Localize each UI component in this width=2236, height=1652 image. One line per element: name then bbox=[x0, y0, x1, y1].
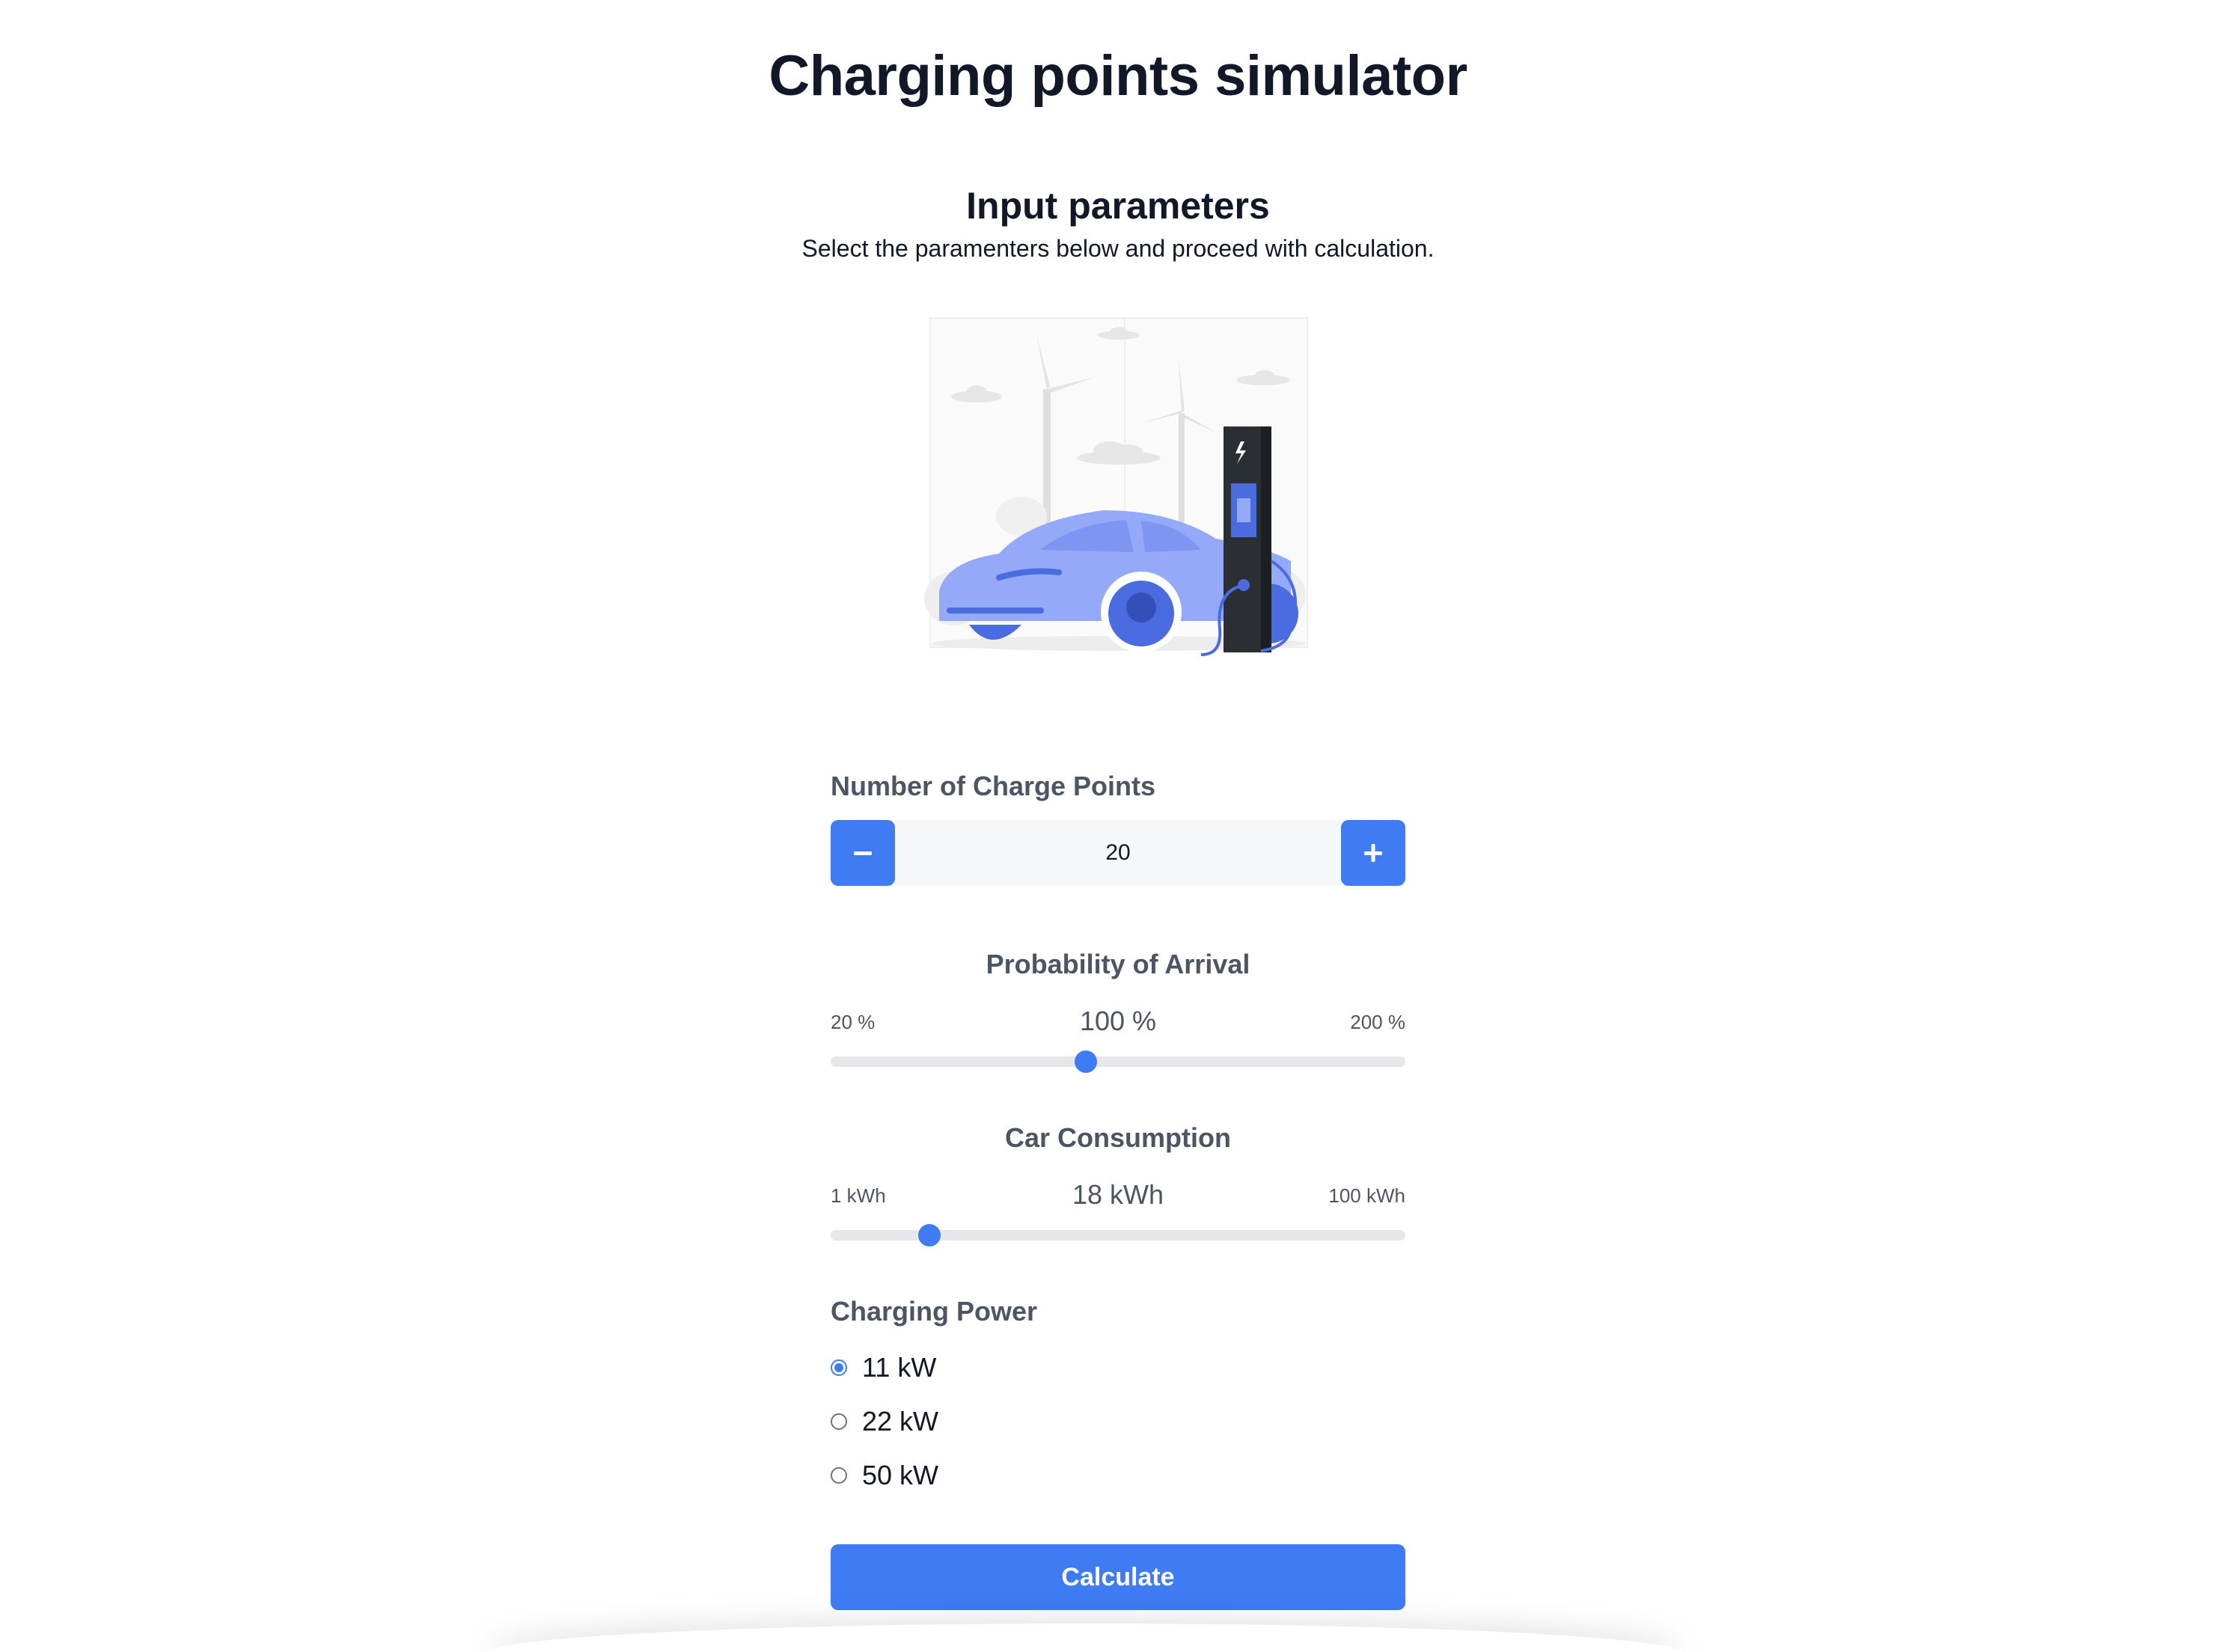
decrement-button[interactable] bbox=[831, 820, 895, 886]
arrival-current-value: 100 % bbox=[1079, 1006, 1157, 1036]
radio-option-22kw[interactable]: 22 kW bbox=[831, 1395, 1405, 1448]
radio-button[interactable] bbox=[831, 1359, 847, 1376]
radio-button[interactable] bbox=[831, 1467, 847, 1484]
page-title: Charging points simulator bbox=[769, 44, 1467, 108]
plus-icon bbox=[1364, 844, 1382, 862]
radio-label: 11 kW bbox=[862, 1352, 937, 1383]
charging-power-radio-group: 11 kW 22 kW 50 kW bbox=[831, 1341, 1405, 1502]
radio-option-50kw[interactable]: 50 kW bbox=[831, 1448, 1405, 1502]
section-title: Input parameters bbox=[966, 185, 1270, 227]
arrival-slider-block: Probability of Arrival 20 % 100 % 200 % bbox=[831, 949, 1405, 1073]
bottom-shadow bbox=[486, 1624, 1684, 1652]
consumption-slider[interactable] bbox=[831, 1224, 1405, 1246]
arrival-max-label: 200 % bbox=[1350, 1011, 1405, 1033]
charge-points-input[interactable]: 20 bbox=[895, 820, 1341, 886]
radio-option-11kw[interactable]: 11 kW bbox=[831, 1341, 1405, 1395]
arrival-label: Probability of Arrival bbox=[986, 949, 1250, 979]
calculate-button[interactable]: Calculate bbox=[831, 1544, 1405, 1610]
charging-power-label: Charging Power bbox=[831, 1296, 1038, 1327]
consumption-current-value: 18 kWh bbox=[1072, 1179, 1164, 1210]
charge-points-label: Number of Charge Points bbox=[831, 771, 1156, 801]
charging-power-field: Charging Power bbox=[831, 1296, 1405, 1327]
radio-button[interactable] bbox=[831, 1413, 847, 1430]
radio-label: 22 kW bbox=[862, 1406, 939, 1437]
page: Charging points simulator Input paramete… bbox=[0, 0, 2236, 1652]
consumption-label: Car Consumption bbox=[1005, 1122, 1231, 1153]
arrival-slider-thumb[interactable] bbox=[1075, 1050, 1098, 1073]
charge-points-field: Number of Charge Points bbox=[831, 771, 1405, 802]
radio-label: 50 kW bbox=[862, 1460, 939, 1490]
consumption-slider-block: Car Consumption 1 kWh 18 kWh 100 kWh bbox=[831, 1122, 1405, 1246]
section-subtitle: Select the paramenters below and proceed… bbox=[801, 235, 1435, 262]
consumption-max-label: 100 kWh bbox=[1328, 1184, 1405, 1207]
minus-icon bbox=[854, 851, 872, 855]
arrival-slider[interactable] bbox=[831, 1050, 1405, 1073]
charge-points-stepper: 20 bbox=[831, 820, 1405, 886]
consumption-slider-thumb[interactable] bbox=[917, 1224, 941, 1246]
increment-button[interactable] bbox=[1341, 820, 1405, 886]
ev-charging-illustration bbox=[924, 317, 1308, 656]
